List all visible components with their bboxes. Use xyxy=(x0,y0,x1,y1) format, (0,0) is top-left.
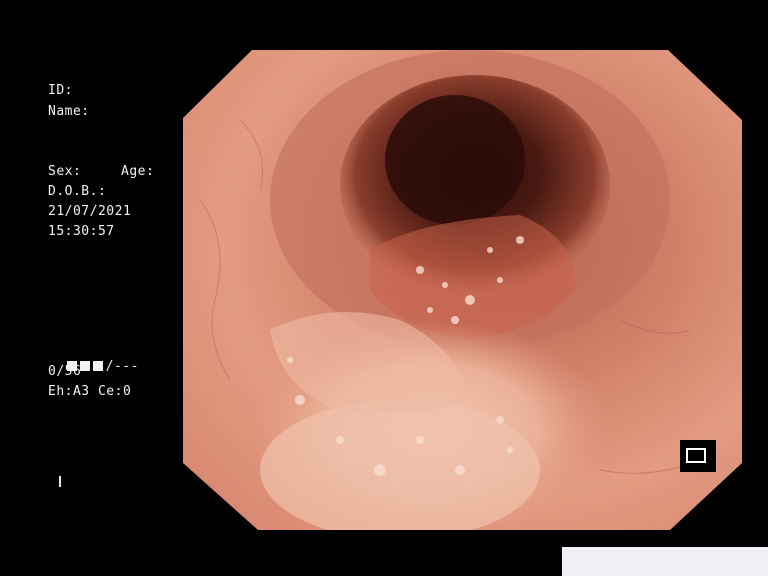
patient-age-label: Age: xyxy=(121,164,155,179)
patient-name-label: Name: xyxy=(48,104,90,119)
signal-bars-suffix: /--- xyxy=(105,359,139,374)
patient-sex-label: Sex: xyxy=(48,164,82,179)
patient-dob-label: D.O.B.: xyxy=(48,184,107,199)
endoscopy-image xyxy=(183,50,742,530)
cursor-indicator-icon xyxy=(59,476,61,487)
square-outline-icon xyxy=(680,440,716,472)
image-count: 0/56 xyxy=(48,364,82,379)
exam-date: 21/07/2021 xyxy=(48,204,132,219)
patient-id-label: ID: xyxy=(48,83,73,98)
enhancement-settings: Eh:A3 Ce:0 xyxy=(48,384,132,399)
exam-time: 15:30:57 xyxy=(48,224,115,239)
status-bar xyxy=(562,547,768,576)
